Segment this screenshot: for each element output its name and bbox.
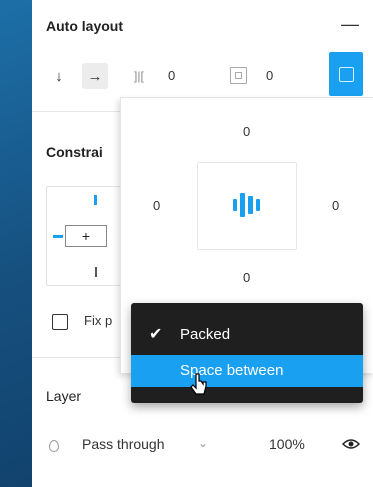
direction-vertical-button[interactable]: ↓: [46, 63, 72, 89]
chevron-down-icon: ⌄: [198, 436, 209, 450]
spacing-icon: ]|[: [134, 69, 144, 83]
minus-icon[interactable]: —: [341, 14, 359, 35]
padding-top-input[interactable]: 0: [243, 124, 250, 139]
arrow-down-icon: ↓: [55, 67, 63, 85]
auto-layout-title: Auto layout: [46, 18, 123, 34]
spacing-input[interactable]: 0: [168, 68, 175, 83]
constraint-inner-box: +: [65, 225, 107, 247]
fix-position-checkbox[interactable]: [52, 314, 68, 330]
checkmark-icon: ✔: [149, 326, 163, 343]
layer-title: Layer: [46, 388, 82, 404]
menu-item-packed[interactable]: ✔ Packed: [131, 319, 363, 351]
alignment-bars-icon: [233, 193, 263, 217]
padding-icon: [230, 67, 247, 84]
constraint-bottom-handle[interactable]: [95, 267, 97, 277]
arrow-right-icon: →: [87, 67, 103, 85]
spacing-mode-menu: ✔ Packed Space between: [131, 303, 363, 403]
menu-item-space-between[interactable]: Space between: [131, 355, 363, 387]
padding-bottom-input[interactable]: 0: [243, 270, 250, 285]
plus-icon: +: [81, 228, 91, 244]
opacity-input[interactable]: 100%: [269, 436, 305, 452]
blend-mode-select[interactable]: Pass through: [82, 436, 165, 452]
pointer-cursor-icon: [190, 373, 207, 395]
drop-icon[interactable]: [49, 440, 59, 452]
padding-left-input[interactable]: 0: [153, 198, 160, 213]
padding-input[interactable]: 0: [266, 68, 273, 83]
eye-icon[interactable]: [342, 437, 360, 451]
constraint-top-handle[interactable]: [94, 195, 97, 205]
alignment-icon: [339, 67, 354, 82]
constraint-left-handle[interactable]: [53, 235, 63, 238]
constraint-widget[interactable]: +: [46, 186, 128, 286]
constraints-title: Constrai: [46, 144, 103, 160]
menu-item-label: Packed: [180, 326, 231, 343]
direction-horizontal-button[interactable]: →: [82, 63, 108, 89]
fix-position-label: Fix p: [84, 313, 113, 328]
padding-right-input[interactable]: 0: [332, 198, 339, 213]
alignment-settings-button[interactable]: [329, 52, 363, 96]
